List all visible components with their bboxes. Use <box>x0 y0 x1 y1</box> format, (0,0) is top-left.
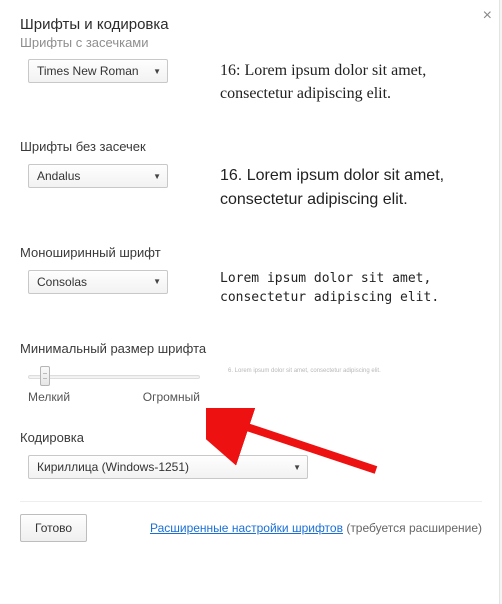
done-button[interactable]: Готово <box>20 514 87 542</box>
footer-note: Расширенные настройки шрифтов (требуется… <box>87 521 482 535</box>
mono-font-select[interactable]: Consolas ▼ <box>28 270 168 294</box>
sans-font-select-value: Andalus <box>37 169 80 183</box>
sans-font-select[interactable]: Andalus ▼ <box>28 164 168 188</box>
section-label-mono: Моноширинный шрифт <box>20 245 482 260</box>
serif-font-select-value: Times New Roman <box>37 64 139 78</box>
section-label-minsize: Минимальный размер шрифта <box>20 341 482 356</box>
section-label-sans: Шрифты без засечек <box>20 139 482 154</box>
minsize-preview: 6. Lorem ipsum dolor sit amet, consectet… <box>228 366 482 374</box>
advanced-fonts-link[interactable]: Расширенные настройки шрифтов <box>150 521 343 535</box>
slider-min-label: Мелкий <box>28 390 70 404</box>
section-label-encoding: Кодировка <box>20 430 482 445</box>
chevron-down-icon: ▼ <box>293 463 301 472</box>
minsize-slider[interactable] <box>28 366 200 386</box>
mono-preview: Lorem ipsum dolor sit amet, consectetur … <box>220 270 482 308</box>
footer-note-text: (требуется расширение) <box>343 521 482 535</box>
serif-preview: 16: Lorem ipsum dolor sit amet, consecte… <box>220 59 482 105</box>
mono-font-select-value: Consolas <box>37 275 87 289</box>
dialog-title: Шрифты и кодировка <box>20 16 482 33</box>
chevron-down-icon: ▼ <box>153 67 161 76</box>
sans-preview: 16. Lorem ipsum dolor sit amet, consecte… <box>220 164 482 210</box>
chevron-down-icon: ▼ <box>153 277 161 286</box>
close-icon[interactable]: × <box>483 8 492 24</box>
section-label-serif: Шрифты с засечками <box>20 35 482 49</box>
serif-font-select[interactable]: Times New Roman ▼ <box>28 59 168 83</box>
encoding-select-value: Кириллица (Windows-1251) <box>37 460 189 474</box>
encoding-select[interactable]: Кириллица (Windows-1251) ▼ <box>28 455 308 479</box>
slider-thumb[interactable] <box>40 366 50 386</box>
chevron-down-icon: ▼ <box>153 172 161 181</box>
slider-max-label: Огромный <box>143 390 200 404</box>
slider-rail <box>28 375 200 379</box>
